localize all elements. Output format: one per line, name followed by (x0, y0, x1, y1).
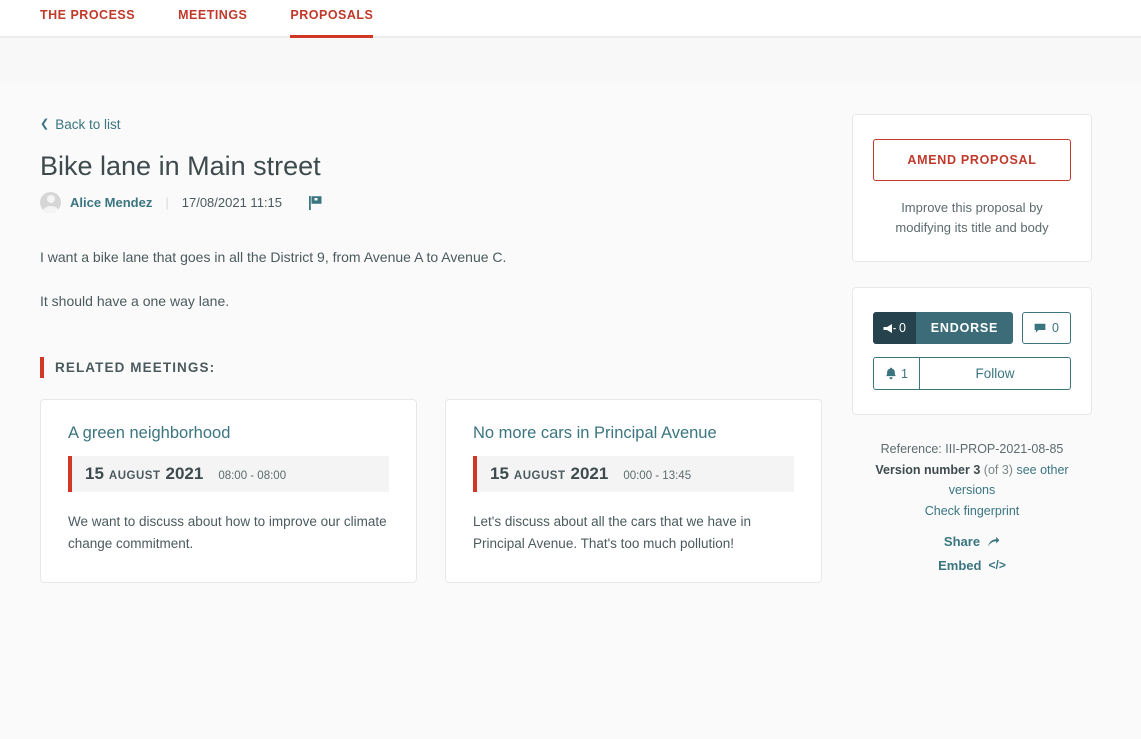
amend-proposal-button[interactable]: AMEND PROPOSAL (873, 139, 1071, 181)
endorse-row: 0 ENDORSE 0 (873, 312, 1071, 344)
comments-count-button[interactable]: 0 (1022, 312, 1071, 344)
proposal-actions-card: 0 ENDORSE 0 1 Follow (852, 287, 1092, 415)
nav-item-label: PROPOSALS (290, 8, 374, 22)
main-column: ❮ Back to list Bike lane in Main street … (40, 84, 822, 584)
comments-count: 0 (1052, 321, 1059, 335)
bell-icon (886, 367, 896, 380)
meeting-day: 15 (490, 464, 509, 484)
endorsements-count-button[interactable]: 0 (873, 312, 916, 344)
sidebar: AMEND PROPOSAL Improve this proposal by … (852, 84, 1092, 576)
meeting-time: 00:00 - 13:45 (623, 470, 692, 483)
comment-icon (1034, 323, 1046, 333)
proposal-meta: Alice Mendez | 17/08/2021 11:15 (40, 192, 822, 214)
embed-label: Embed (938, 557, 982, 573)
meeting-month: AUGUST (108, 470, 161, 483)
nav-item-meetings[interactable]: MEETINGS (178, 0, 270, 36)
top-navigation-bar: THE PROCESS MEETINGS PROPOSALS (0, 0, 1141, 38)
reference-line: Reference: III-PROP-2021-08-85 (852, 440, 1092, 459)
avatar (40, 192, 61, 214)
nav-item-label: THE PROCESS (40, 8, 136, 22)
back-to-list-label: Back to list (55, 117, 121, 132)
meeting-card: No more cars in Principal Avenue 15 AUGU… (445, 399, 822, 584)
meeting-day: 15 (85, 464, 104, 484)
section-title: RELATED MEETINGS: (55, 360, 216, 376)
meeting-year: 2021 (165, 464, 204, 484)
reference-label: Reference: (880, 442, 942, 456)
nav-item-proposals[interactable]: PROPOSALS (290, 0, 396, 38)
flag-icon[interactable] (309, 195, 322, 210)
meeting-time: 08:00 - 08:00 (218, 470, 287, 483)
share-button[interactable]: Share (852, 532, 1092, 552)
meeting-title-link[interactable]: No more cars in Principal Avenue (473, 424, 794, 443)
meeting-month: AUGUST (513, 470, 566, 483)
meeting-description: We want to discuss about how to improve … (68, 514, 387, 552)
related-meetings-heading: RELATED MEETINGS: (40, 357, 822, 379)
version-label: Version number 3 (875, 463, 981, 478)
embed-button[interactable]: Embed </> (852, 556, 1092, 576)
meeting-date-bar: 15 AUGUST 2021 00:00 - 13:45 (473, 456, 794, 493)
reference-value: III-PROP-2021-08-85 (945, 442, 1064, 456)
page-wrapper: ❮ Back to list Bike lane in Main street … (0, 84, 1141, 584)
back-to-list-link[interactable]: ❮ Back to list (40, 117, 121, 132)
nav-list: THE PROCESS MEETINGS PROPOSALS (0, 0, 1141, 38)
followers-count-button[interactable]: 1 (874, 358, 920, 389)
proposal-body-paragraph: It should have a one way lane. (40, 293, 230, 310)
meeting-card: A green neighborhood 15 AUGUST 2021 08:0… (40, 399, 417, 584)
endorse-group: 0 ENDORSE (873, 312, 1014, 344)
follow-row: 1 Follow (873, 357, 1071, 390)
share-arrow-icon (988, 536, 1000, 547)
header-spacer-band (0, 38, 1141, 84)
fingerprint-line: Check fingerprint (852, 502, 1092, 521)
endorsements-count: 0 (899, 321, 906, 335)
version-of: (of 3) (983, 463, 1013, 478)
code-icon: </> (988, 558, 1006, 573)
proposal-body-paragraph: I want a bike lane that goes in all the … (40, 249, 507, 266)
page-title: Bike lane in Main street (40, 151, 321, 181)
share-label: Share (943, 533, 981, 549)
meta-separator: | (165, 195, 169, 211)
related-meetings-list: A green neighborhood 15 AUGUST 2021 08:0… (40, 399, 822, 584)
endorse-button[interactable]: ENDORSE (915, 312, 1014, 344)
meeting-date-bar: 15 AUGUST 2021 08:00 - 08:00 (68, 456, 389, 493)
followers-count: 1 (901, 366, 908, 381)
megaphone-icon (883, 323, 896, 333)
meeting-description: Let's discuss about all the cars that we… (473, 514, 751, 552)
proposal-details: Reference: III-PROP-2021-08-85 Version n… (852, 440, 1092, 576)
amend-help-text: Improve this proposal by modifying its t… (895, 200, 1049, 235)
check-fingerprint-link[interactable]: Check fingerprint (925, 504, 1020, 518)
proposal-timestamp: 17/08/2021 11:15 (181, 195, 282, 211)
meeting-title-link[interactable]: A green neighborhood (68, 424, 389, 443)
nav-item-the-process[interactable]: THE PROCESS (40, 0, 158, 36)
follow-button[interactable]: Follow (920, 358, 1070, 389)
version-line: Version number 3 (of 3) see other versio… (852, 461, 1092, 500)
author-link[interactable]: Alice Mendez (70, 195, 152, 210)
nav-item-label: MEETINGS (178, 8, 248, 22)
meeting-year: 2021 (570, 464, 609, 484)
chevron-left-icon: ❮ (40, 118, 50, 130)
amend-proposal-card: AMEND PROPOSAL Improve this proposal by … (852, 114, 1092, 262)
section-accent-bar (40, 357, 44, 379)
